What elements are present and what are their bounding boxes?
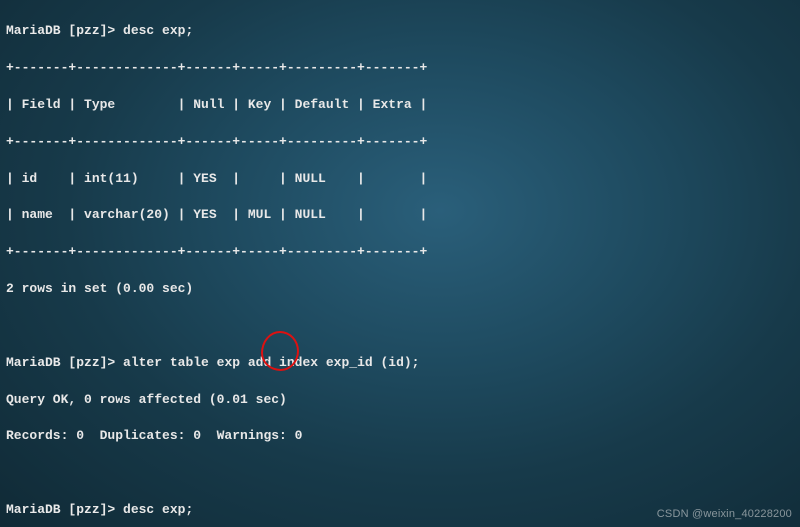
terminal-output: MariaDB [pzz]> desc exp; +-------+------… [6, 4, 794, 527]
table1-row-1: | name | varchar(20) | YES | MUL | NULL … [6, 206, 794, 224]
db-prompt: MariaDB [pzz]> [6, 23, 115, 38]
table1-footer: 2 rows in set (0.00 sec) [6, 280, 794, 298]
line-prompt-1: MariaDB [pzz]> desc exp; [6, 22, 794, 40]
alter-result-2: Records: 0 Duplicates: 0 Warnings: 0 [6, 427, 794, 445]
table1-row-0: | id | int(11) | YES | | NULL | | [6, 170, 794, 188]
db-prompt: MariaDB [pzz]> [6, 355, 115, 370]
blank-line [6, 317, 794, 335]
table1-sep-top: +-------+-------------+------+-----+----… [6, 59, 794, 77]
line-prompt-2: MariaDB [pzz]> alter table exp add index… [6, 354, 794, 372]
blank-line [6, 464, 794, 482]
command-desc-1: desc exp; [123, 23, 193, 38]
db-prompt: MariaDB [pzz]> [6, 502, 115, 517]
command-alter: alter table exp add index exp_id (id); [123, 355, 419, 370]
alter-result-1: Query OK, 0 rows affected (0.01 sec) [6, 391, 794, 409]
command-desc-2: desc exp; [123, 502, 193, 517]
table1-sep-mid: +-------+-------------+------+-----+----… [6, 133, 794, 151]
watermark-text: CSDN @weixin_40228200 [657, 505, 792, 523]
table1-header: | Field | Type | Null | Key | Default | … [6, 96, 794, 114]
table1-sep-bot: +-------+-------------+------+-----+----… [6, 243, 794, 261]
